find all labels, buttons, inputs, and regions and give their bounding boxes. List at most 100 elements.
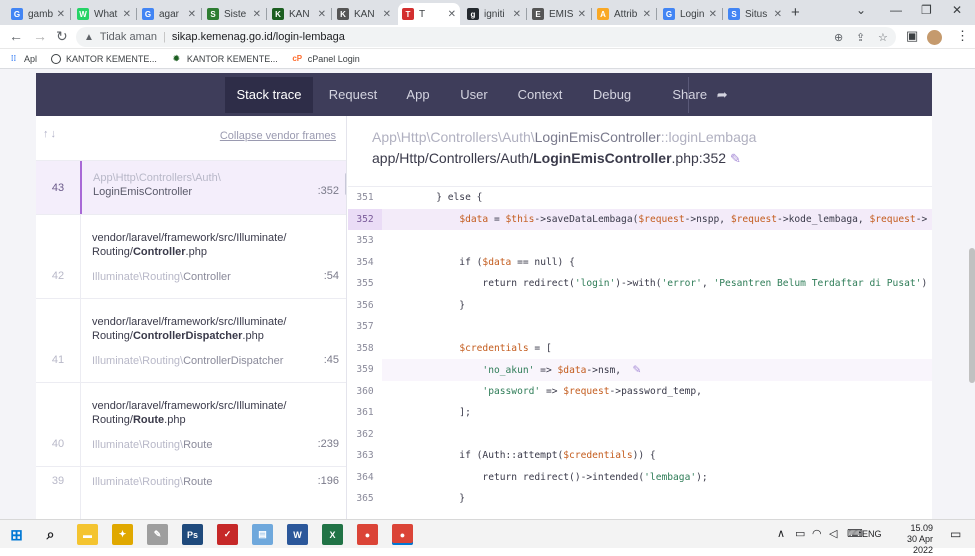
language-indicator[interactable]: ENG (862, 529, 882, 539)
share-page-icon[interactable]: ⇪ (856, 31, 865, 44)
maximize-icon[interactable]: ❐ (921, 3, 932, 17)
line-number[interactable]: 351 (348, 187, 382, 208)
line-number[interactable]: 352 (348, 208, 382, 230)
stack-frame[interactable]: 41 vendor/laravel/framework/src/Illumina… (36, 298, 346, 382)
app-icon-2[interactable]: ✎ (147, 524, 168, 545)
line-number[interactable]: 361 (348, 402, 382, 423)
frame-nav-arrows-icon[interactable]: ↑↓ (43, 128, 58, 140)
browser-tab[interactable]: Ggamb ✕ (7, 3, 69, 25)
line-number[interactable]: 358 (348, 338, 382, 359)
tab-context[interactable]: Context (510, 77, 570, 113)
bookmark-kantor-1[interactable]: KANTOR KEMENTE... (51, 53, 157, 64)
speaker-icon[interactable]: ◁ (829, 527, 837, 540)
security-label[interactable]: Tidak aman (100, 31, 157, 43)
edit-pencil-icon[interactable]: ✎ (730, 151, 741, 166)
close-window-icon[interactable]: ✕ (952, 3, 962, 17)
line-number[interactable]: 363 (348, 445, 382, 466)
tab-close-icon[interactable]: ✕ (123, 9, 131, 20)
bookmark-apps[interactable]: ⁞⁞ Apl (8, 53, 37, 64)
frames-scrollbar[interactable] (345, 173, 346, 195)
tab-search-icon[interactable]: ⌄ (856, 3, 866, 17)
page-scrollbar-thumb[interactable] (969, 248, 975, 383)
tab-close-icon[interactable]: ✕ (253, 9, 261, 20)
photoshop-icon[interactable]: Ps (182, 524, 203, 545)
edit-pencil-icon[interactable]: ✎ (625, 362, 641, 377)
tab-close-icon[interactable]: ✕ (318, 9, 326, 20)
warning-icon[interactable]: ▲ (84, 32, 94, 43)
tab-stack-trace[interactable]: Stack trace (225, 77, 313, 113)
line-number[interactable]: 360 (348, 381, 382, 402)
browser-tab[interactable]: Gagar ✕ (138, 3, 200, 25)
browser-tab[interactable]: E EMIS ✕ (528, 3, 590, 25)
star-icon[interactable]: ☆ (878, 31, 888, 44)
tab-close-icon[interactable]: ✕ (774, 9, 782, 20)
bookmark-cpanel[interactable]: cP cPanel Login (292, 53, 359, 64)
wifi-icon[interactable]: ◠ (812, 527, 822, 540)
tab-close-icon[interactable]: ✕ (57, 9, 65, 20)
browser-tab[interactable]: A Attrib ✕ (593, 3, 655, 25)
minimize-icon[interactable]: — (890, 3, 902, 17)
browser-tab[interactable]: S Situs ✕ (724, 3, 786, 25)
browser-tab[interactable]: G Login ✕ (659, 3, 721, 25)
browser-tab[interactable]: T T ✕ (398, 3, 460, 25)
line-number[interactable]: 356 (348, 295, 382, 316)
ime-icon[interactable]: ⌨ (847, 527, 863, 540)
word-icon[interactable]: W (287, 524, 308, 545)
bookmark-kantor-2[interactable]: ✹ KANTOR KEMENTE... (171, 53, 278, 64)
tab-close-icon[interactable]: ✕ (709, 9, 717, 20)
tab-debug[interactable]: Debug (584, 77, 640, 113)
browser-tab[interactable]: S Siste ✕ (203, 3, 265, 25)
stack-frame[interactable]: 40 vendor/laravel/framework/src/Illumina… (36, 382, 346, 466)
source-file[interactable]: app/Http/Controllers/Auth/LoginEmisContr… (372, 150, 741, 167)
collapse-vendor-frames-link[interactable]: Collapse vendor frames (220, 130, 336, 142)
app-icon-3[interactable]: ✓ (217, 524, 238, 545)
search-icon[interactable]: ⌕ (40, 524, 61, 545)
tab-close-icon[interactable]: ✕ (448, 9, 456, 20)
network-icon[interactable]: ▭ (795, 527, 805, 540)
tab-close-icon[interactable]: ✕ (383, 9, 391, 20)
menu-icon[interactable]: ⋮ (956, 28, 969, 44)
browser-tab[interactable]: K KAN ✕ (268, 3, 330, 25)
sidebar-toggle-icon[interactable]: ▣ (906, 28, 918, 44)
tab-share[interactable]: Share ➦ (666, 77, 734, 113)
excel-icon[interactable]: X (322, 524, 343, 545)
browser-tab[interactable]: W What ✕ (73, 3, 135, 25)
tab-close-icon[interactable]: ✕ (578, 9, 586, 20)
chrome-icon[interactable]: ● (357, 524, 378, 545)
file-explorer-icon[interactable]: ▬ (77, 524, 98, 545)
notification-icon[interactable]: ▭ (950, 527, 961, 541)
line-number[interactable]: 364 (348, 467, 382, 488)
line-number[interactable]: 355 (348, 273, 382, 294)
stack-frame[interactable]: 42 vendor/laravel/framework/src/Illumina… (36, 214, 346, 298)
url-text[interactable]: sikap.kemenag.go.id/login-lembaga (172, 31, 345, 43)
tab-app[interactable]: App (396, 77, 440, 113)
forward-icon[interactable]: → (33, 28, 47, 44)
reload-icon[interactable]: ↻ (56, 28, 68, 45)
browser-tab[interactable]: g igniti ✕ (463, 3, 525, 25)
clock[interactable]: 15.09 30 Apr 2022 (893, 523, 933, 556)
chrome-icon-2[interactable]: ● (392, 524, 413, 545)
tab-user[interactable]: User (452, 77, 496, 113)
app-icon-4[interactable]: ▤ (252, 524, 273, 545)
zoom-icon[interactable]: ⊕ (834, 31, 843, 44)
app-icon-1[interactable]: ✦ (112, 524, 133, 545)
back-icon[interactable]: ← (9, 28, 23, 44)
line-number[interactable]: 357 (348, 316, 382, 337)
tab-close-icon[interactable]: ✕ (643, 9, 651, 20)
new-tab-icon[interactable]: + (791, 4, 800, 21)
tray-chevron-icon[interactable]: ∧ (777, 527, 785, 540)
profile-avatar[interactable] (927, 30, 942, 45)
line-number[interactable]: 354 (348, 252, 382, 273)
windows-start-icon[interactable]: ⊞ (6, 524, 27, 545)
stack-frame[interactable]: 43 App\Http\Controllers\Auth\ LoginEmisC… (36, 160, 346, 214)
page-scrollbar[interactable] (969, 69, 975, 519)
tab-close-icon[interactable]: ✕ (188, 9, 196, 20)
line-number[interactable]: 362 (348, 424, 382, 445)
tab-close-icon[interactable]: ✕ (513, 9, 521, 20)
browser-tab[interactable]: K KAN ✕ (333, 3, 395, 25)
line-number[interactable]: 365 (348, 488, 382, 509)
line-number[interactable]: 359 (348, 359, 382, 380)
line-number[interactable]: 353 (348, 230, 382, 251)
tab-request[interactable]: Request (320, 77, 386, 113)
stack-frame[interactable]: 39 Illuminate\Routing\Route :196 (36, 466, 346, 519)
